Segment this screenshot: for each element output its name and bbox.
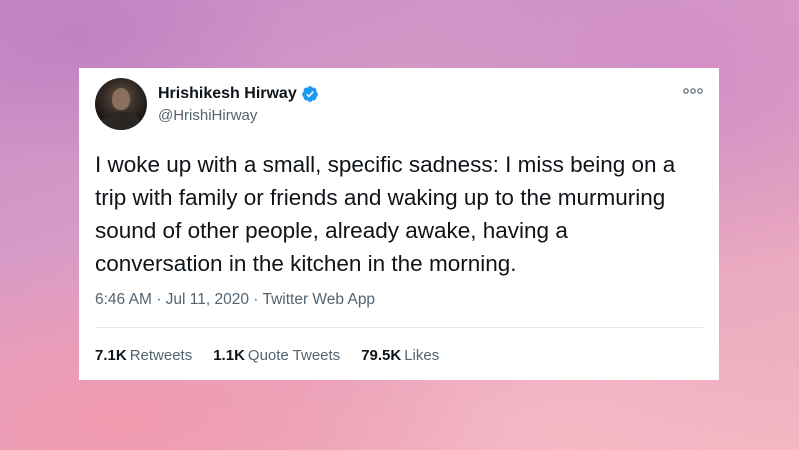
retweets-label: Retweets: [129, 347, 193, 364]
tweet-card: Hrishikesh Hirway @HrishiHirway I woke u…: [79, 68, 719, 380]
avatar-face: [112, 88, 130, 110]
tweet-date[interactable]: Jul 11, 2020: [166, 291, 249, 308]
tweet-source[interactable]: Twitter Web App: [262, 291, 375, 308]
quote-tweets-stat[interactable]: 1.1K Quote Tweets: [213, 347, 340, 364]
verified-badge-icon: [301, 85, 319, 103]
meta-separator: ·: [156, 291, 166, 308]
name-row: Hrishikesh Hirway: [158, 85, 319, 103]
divider: [95, 327, 703, 328]
author-name[interactable]: Hrishikesh Hirway: [158, 85, 297, 103]
likes-label: Likes: [404, 347, 440, 364]
quotes-label: Quote Tweets: [247, 347, 341, 364]
tweet-time[interactable]: 6:46 AM: [95, 291, 152, 308]
engagement-stats: 7.1K Retweets 1.1K Quote Tweets 79.5K Likes: [95, 347, 460, 364]
avatar[interactable]: [95, 78, 147, 130]
tweet-metadata: 6:46 AM · Jul 11, 2020 · Twitter Web App: [95, 291, 375, 309]
author-info: Hrishikesh Hirway @HrishiHirway: [158, 85, 319, 124]
retweets-stat[interactable]: 7.1K Retweets: [95, 347, 192, 364]
quotes-count: 1.1K: [213, 347, 245, 364]
tweet-text: I woke up with a small, specific sadness…: [95, 152, 676, 276]
avatar-shirt: [101, 112, 141, 130]
likes-count: 79.5K: [361, 347, 402, 364]
author-handle[interactable]: @HrishiHirway: [158, 107, 319, 124]
likes-stat[interactable]: 79.5K Likes: [361, 347, 439, 364]
tweet-header: Hrishikesh Hirway @HrishiHirway: [95, 78, 319, 130]
retweets-count: 7.1K: [95, 347, 127, 364]
more-options-icon[interactable]: [683, 86, 703, 96]
